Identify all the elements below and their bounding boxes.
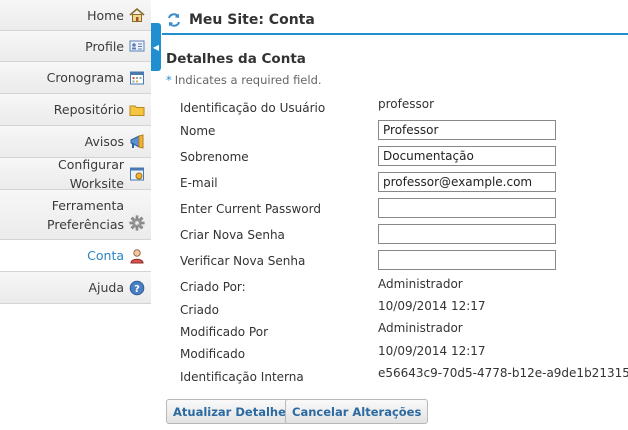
created-by-label: Criado Por: — [180, 280, 246, 294]
folder-icon — [129, 102, 145, 118]
section-title: Detalhes da Conta — [166, 51, 306, 67]
sidebar-item-label: Ferramenta Preferências — [47, 197, 124, 232]
sidebar-item-label: Ajuda — [88, 280, 124, 295]
sidebar-item-profile[interactable]: Profile — [0, 31, 151, 62]
update-details-button[interactable]: Atualizar Detalhes — [166, 399, 300, 424]
sidebar-item-avisos[interactable]: Avisos — [0, 126, 151, 158]
worksite-settings-icon — [129, 166, 145, 182]
modified-value: 10/09/2014 12:17 — [378, 344, 486, 358]
help-icon: ? — [129, 280, 145, 296]
required-marker: * — [166, 73, 172, 87]
current-password-field[interactable] — [378, 198, 556, 218]
home-icon — [129, 7, 145, 23]
calendar-icon — [129, 70, 145, 86]
sidebar-item-label: Cronograma — [46, 70, 124, 85]
sidebar-item-configurar-worksite[interactable]: Configurar Worksite — [0, 156, 151, 191]
sidebar-item-label: Profile — [85, 38, 124, 54]
cancel-changes-button[interactable]: Cancelar Alterações — [285, 399, 429, 424]
chevron-left-icon: ◀ — [152, 42, 160, 52]
created-by-value: Administrador — [378, 277, 463, 291]
user-id-label: Identificação do Usuário — [180, 101, 326, 115]
new-password-label: Criar Nova Senha — [180, 228, 285, 242]
profile-card-icon — [129, 38, 145, 54]
sidebar-item-ajuda[interactable]: Ajuda ? — [0, 272, 151, 304]
sidebar-item-label: Conta — [87, 248, 124, 263]
new-password-field[interactable] — [378, 224, 556, 244]
sidebar-item-label: Home — [87, 7, 124, 23]
megaphone-icon — [129, 133, 145, 150]
internal-id-value: e56643c9-70d5-4778-b12e-a9de1b21315d — [378, 366, 628, 380]
sidebar-collapse-toggle[interactable]: ◀ — [151, 23, 161, 71]
created-label: Criado — [180, 303, 219, 317]
page-title: Meu Site: Conta — [189, 11, 315, 28]
first-name-field[interactable] — [378, 120, 556, 140]
gear-icon — [129, 215, 145, 231]
required-note-text: Indicates a required field. — [174, 73, 322, 87]
internal-id-label: Identificação Interna — [180, 370, 304, 384]
required-note: * Indicates a required field. — [166, 73, 322, 87]
first-name-label: Nome — [180, 124, 216, 138]
current-password-label: Enter Current Password — [180, 202, 321, 216]
last-name-label: Sobrenome — [180, 150, 249, 164]
sidebar-item-repositorio[interactable]: Repositório — [0, 94, 151, 126]
verify-password-field[interactable] — [378, 250, 556, 270]
user-id-value: professor — [378, 97, 435, 111]
email-label: E-mail — [180, 176, 218, 190]
svg-text:?: ? — [134, 284, 140, 295]
sidebar-item-conta[interactable]: Conta — [0, 240, 151, 272]
page-title-bar: Meu Site: Conta — [162, 6, 628, 35]
sidebar-item-ferramenta-preferencias[interactable]: Ferramenta Preferências — [0, 190, 151, 240]
sidebar-item-home[interactable]: Home — [0, 0, 151, 31]
tool-sidebar: Home Profile Cronograma Repositório Avis… — [0, 0, 151, 304]
refresh-icon[interactable] — [166, 12, 182, 28]
last-name-field[interactable] — [378, 146, 556, 166]
sidebar-item-label: Repositório — [53, 102, 124, 117]
verify-password-label: Verificar Nova Senha — [180, 254, 306, 268]
email-field[interactable] — [378, 172, 556, 192]
modified-label: Modificado — [180, 347, 246, 361]
sidebar-item-label: Avisos — [84, 134, 124, 149]
created-value: 10/09/2014 12:17 — [378, 299, 486, 313]
sidebar-item-cronograma[interactable]: Cronograma — [0, 62, 151, 94]
modified-by-label: Modificado Por — [180, 325, 269, 339]
sidebar-item-label: Configurar Worksite — [58, 156, 124, 191]
user-icon — [129, 248, 145, 264]
modified-by-value: Administrador — [378, 321, 463, 335]
